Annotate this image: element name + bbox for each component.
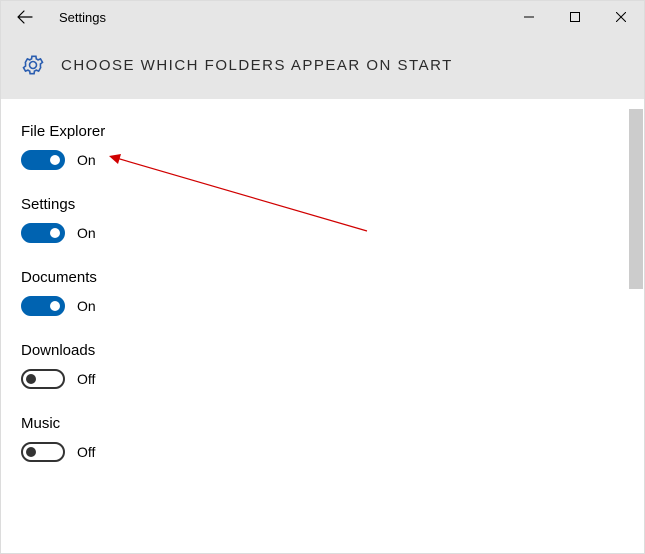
toggle-knob bbox=[50, 301, 60, 311]
toggle-state-label: Off bbox=[77, 371, 95, 387]
toggle-documents[interactable] bbox=[21, 296, 65, 316]
toggle-settings[interactable] bbox=[21, 223, 65, 243]
setting-label: File Explorer bbox=[21, 123, 624, 140]
toggle-knob bbox=[50, 228, 60, 238]
setting-label: Downloads bbox=[21, 342, 624, 359]
setting-item-music: Music Off bbox=[21, 415, 624, 462]
gear-icon bbox=[21, 53, 45, 77]
toggle-state-label: On bbox=[77, 152, 96, 168]
toggle-row: On bbox=[21, 223, 624, 243]
setting-item-downloads: Downloads Off bbox=[21, 342, 624, 389]
toggle-knob bbox=[50, 155, 60, 165]
page-header: CHOOSE WHICH FOLDERS APPEAR ON START bbox=[1, 33, 644, 99]
toggle-row: On bbox=[21, 150, 624, 170]
page-title: CHOOSE WHICH FOLDERS APPEAR ON START bbox=[61, 57, 453, 74]
window-title: Settings bbox=[49, 10, 506, 25]
toggle-state-label: Off bbox=[77, 444, 95, 460]
maximize-button[interactable] bbox=[552, 1, 598, 33]
setting-item-file-explorer: File Explorer On bbox=[21, 123, 624, 170]
setting-item-documents: Documents On bbox=[21, 269, 624, 316]
toggle-row: On bbox=[21, 296, 624, 316]
toggle-row: Off bbox=[21, 442, 624, 462]
minimize-button[interactable] bbox=[506, 1, 552, 33]
content-area: File Explorer On Settings On Documents O… bbox=[1, 99, 644, 553]
titlebar: Settings bbox=[1, 1, 644, 33]
setting-label: Music bbox=[21, 415, 624, 432]
maximize-icon bbox=[570, 12, 580, 22]
setting-label: Documents bbox=[21, 269, 624, 286]
close-button[interactable] bbox=[598, 1, 644, 33]
back-button[interactable] bbox=[1, 1, 49, 33]
toggle-music[interactable] bbox=[21, 442, 65, 462]
toggle-file-explorer[interactable] bbox=[21, 150, 65, 170]
caption-buttons bbox=[506, 1, 644, 33]
toggle-knob bbox=[26, 374, 36, 384]
close-icon bbox=[616, 12, 626, 22]
toggle-knob bbox=[26, 447, 36, 457]
back-arrow-icon bbox=[17, 9, 33, 25]
scrollbar-thumb[interactable] bbox=[629, 109, 643, 289]
minimize-icon bbox=[524, 12, 534, 22]
toggle-state-label: On bbox=[77, 298, 96, 314]
setting-item-settings: Settings On bbox=[21, 196, 624, 243]
toggle-row: Off bbox=[21, 369, 624, 389]
setting-label: Settings bbox=[21, 196, 624, 213]
toggle-downloads[interactable] bbox=[21, 369, 65, 389]
toggle-state-label: On bbox=[77, 225, 96, 241]
